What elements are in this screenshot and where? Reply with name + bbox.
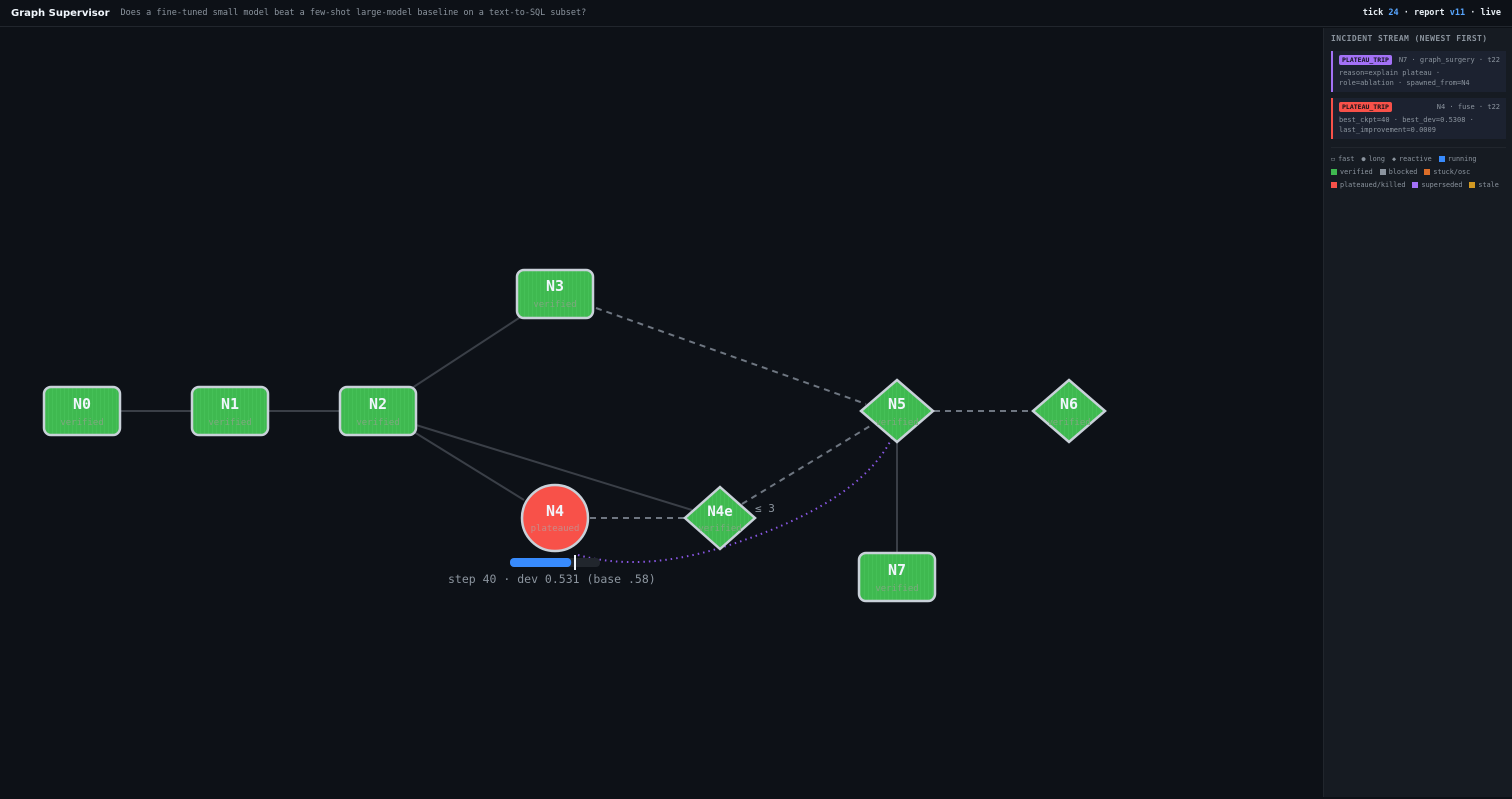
edge-limit-label: ≤ 3 (755, 502, 775, 515)
node-n0-status: verified (60, 418, 103, 428)
node-n5-status: verified (875, 418, 918, 428)
incident-detail: last_improvement=0.0009 (1339, 126, 1436, 134)
incident-sidebar: INCIDENT STREAM (NEWEST FIRST) PLATEAU_T… (1323, 28, 1512, 797)
legend-long: ● long (1361, 154, 1385, 163)
n4-progress-caption: step 40 · dev 0.531 (base .58) (448, 572, 656, 586)
legend-stale: stale (1469, 180, 1499, 189)
run-status: tick 24 · report v11 · live (1362, 8, 1501, 18)
node-n5[interactable]: N5 verified (859, 378, 935, 444)
node-n4-status: plateaued (531, 524, 580, 534)
circle-icon: ● (1361, 154, 1366, 163)
incident-detail: best_ckpt=40 · best_dev=0.5308 · (1339, 116, 1474, 124)
swatch-icon (1424, 168, 1431, 175)
swatch-icon (1438, 155, 1445, 162)
incident-card[interactable]: PLATEAU_TRIP N7 · graph_surgery · t22 re… (1331, 51, 1506, 92)
tick-value: 24 (1388, 8, 1399, 18)
diamond-icon: ◆ (1391, 154, 1397, 163)
incident-meta: N4 · fuse · t22 (1436, 103, 1500, 111)
node-n3-status: verified (533, 300, 576, 310)
node-n7-status: verified (875, 584, 918, 594)
legend-fast: ▭ fast (1331, 154, 1355, 163)
swatch-icon (1469, 181, 1476, 188)
legend-superseded: superseded (1412, 180, 1462, 189)
node-n1[interactable]: N1 verified (190, 385, 270, 437)
node-n1-status: verified (208, 418, 251, 428)
n4-progress-fill (510, 558, 572, 567)
incident-stream-title: INCIDENT STREAM (NEWEST FIRST) (1331, 34, 1488, 43)
report-version: v11 (1449, 8, 1466, 18)
node-n4-id: N4 (546, 502, 564, 520)
node-n0-id: N0 (73, 395, 91, 413)
top-bar: Graph Supervisor Does a fine-tuned small… (0, 0, 1512, 27)
node-n4[interactable]: N4 plateaued (520, 483, 590, 553)
node-n7[interactable]: N7 verified (857, 551, 937, 603)
live-indicator: live (1480, 8, 1501, 18)
incident-detail: reason=explain plateau · (1339, 69, 1441, 77)
report-label: report (1413, 8, 1445, 18)
legend-stuck: stuck/osc (1424, 167, 1470, 176)
legend-reactive: ◆ reactive (1391, 154, 1432, 163)
tick-label: tick (1362, 8, 1384, 18)
incident-card[interactable]: PLATEAU_TRIP N4 · fuse · t22 best_ckpt=4… (1331, 98, 1506, 139)
node-n3[interactable]: N3 verified (515, 268, 595, 320)
legend-plateaued: plateaued/killed (1331, 180, 1405, 189)
edge-n2-n3 (411, 315, 523, 389)
node-n6-status: verified (1047, 418, 1090, 428)
swatch-icon (1379, 168, 1386, 175)
incident-tag: PLATEAU_TRIP (1339, 55, 1392, 65)
legend-verified: verified (1331, 167, 1373, 176)
n4-progress-bar (510, 555, 600, 570)
incident-tag: PLATEAU_TRIP (1339, 102, 1392, 112)
legend-blocked: blocked (1379, 167, 1417, 176)
incident-detail: role=ablation · spawned_from=N4 (1339, 79, 1470, 87)
node-n4e-status: verified (698, 524, 741, 534)
node-n6-id: N6 (1060, 395, 1078, 413)
edge-n4e-n5 (741, 425, 871, 505)
edge-n3-n5 (595, 307, 867, 405)
swatch-icon (1412, 181, 1419, 188)
app-title: Graph Supervisor (11, 7, 110, 19)
rounded-rect-icon: ▭ (1331, 154, 1336, 163)
node-n2-status: verified (356, 418, 399, 428)
node-n3-id: N3 (546, 277, 564, 295)
node-n1-id: N1 (221, 395, 239, 413)
node-n4e-id: N4e (707, 504, 732, 520)
node-n5-id: N5 (888, 395, 906, 413)
node-n2-id: N2 (369, 395, 387, 413)
node-n4e[interactable]: N4e verified (683, 485, 757, 551)
node-n7-id: N7 (888, 561, 906, 579)
graph-svg: N0 verified N1 verified N2 verified N3 v… (42, 268, 1107, 603)
graph-canvas[interactable]: N0 verified N1 verified N2 verified N3 v… (0, 28, 1323, 799)
node-n6[interactable]: N6 verified (1031, 378, 1107, 444)
research-question: Does a fine-tuned small model beat a few… (120, 8, 587, 18)
legend-running: running (1438, 154, 1476, 163)
swatch-icon (1331, 181, 1337, 188)
edge-n4-n5-spawn (577, 435, 894, 564)
node-n0[interactable]: N0 verified (42, 385, 122, 437)
legend: ▭ fast ● long ◆ reactive running verified b… (1331, 147, 1506, 189)
incident-meta: N7 · graph_surgery · t22 (1398, 56, 1500, 64)
node-n2[interactable]: N2 verified (338, 385, 418, 437)
swatch-icon (1331, 168, 1337, 175)
